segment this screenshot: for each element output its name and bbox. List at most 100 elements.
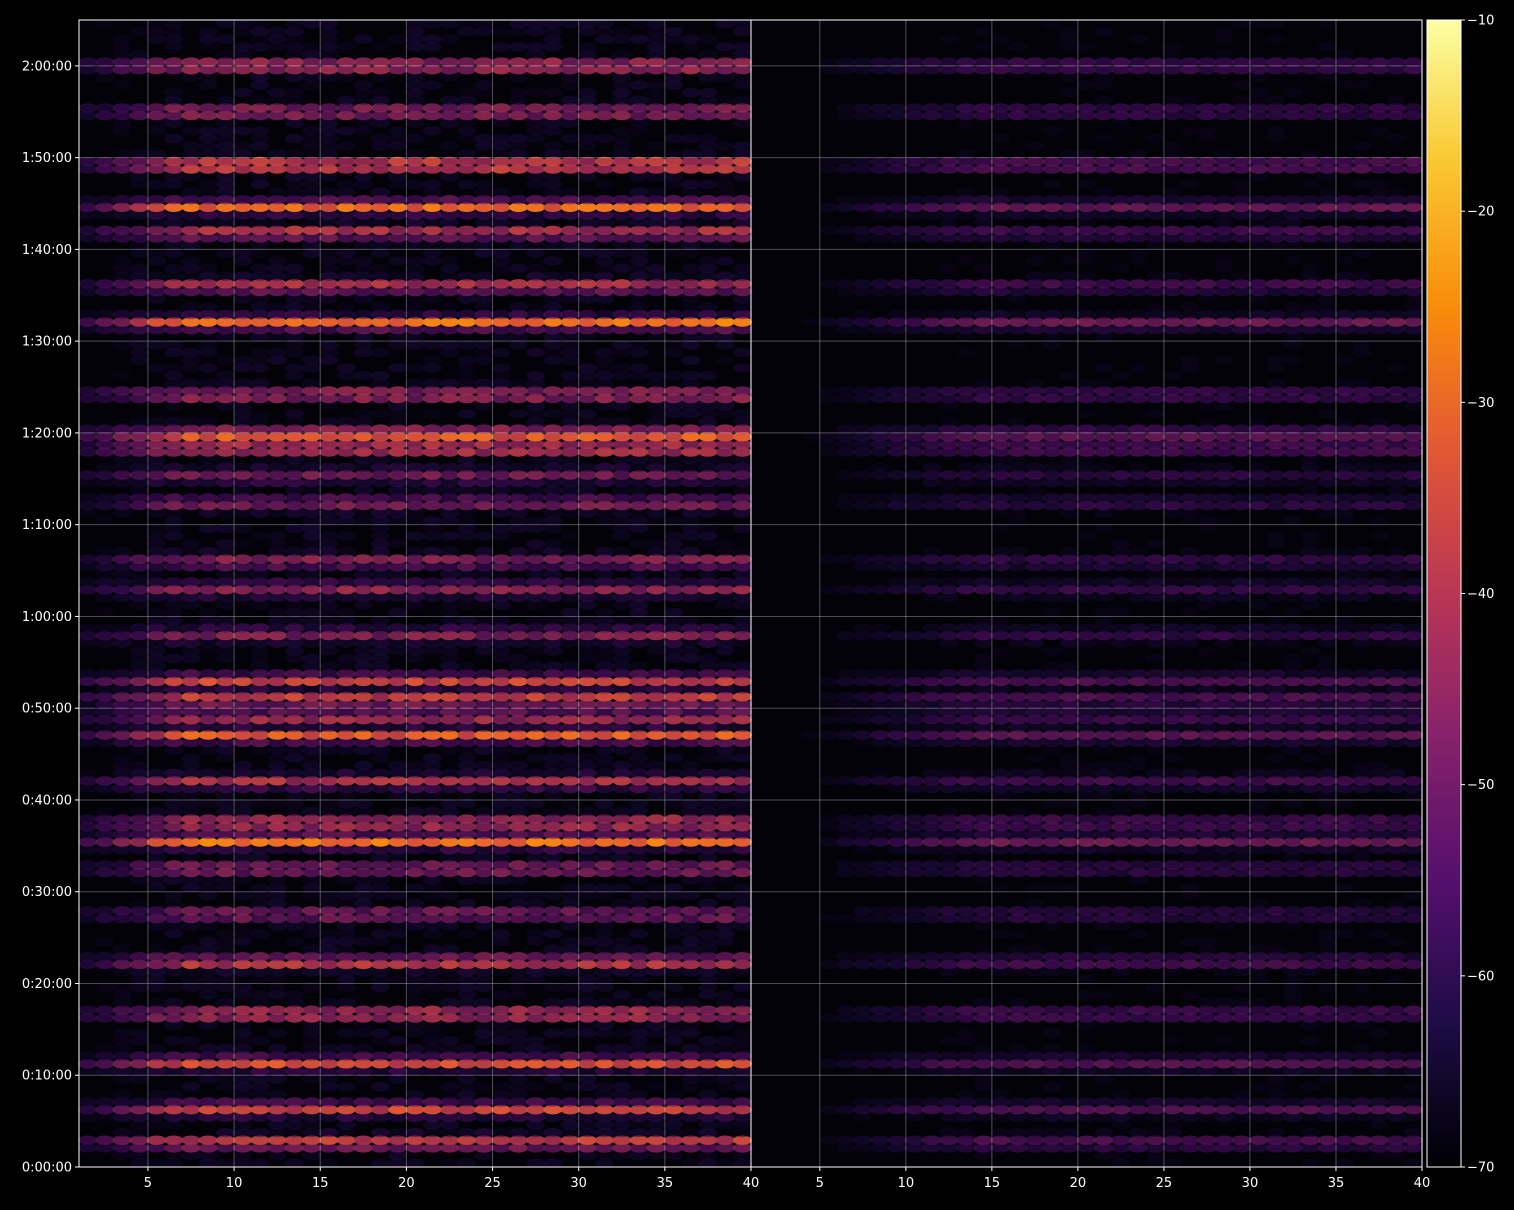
- heatmap-cell: [1283, 906, 1303, 916]
- heatmap-cell: [526, 103, 546, 113]
- heatmap-cell: [732, 615, 752, 625]
- heatmap-cell: [1352, 1043, 1372, 1054]
- heatmap-cell: [181, 378, 201, 388]
- heatmap-cell: [233, 271, 253, 281]
- heatmap-cell: [973, 1097, 993, 1107]
- heatmap-cell: [577, 87, 597, 98]
- heatmap-cell: [371, 424, 390, 434]
- heatmap-cell: [664, 883, 683, 893]
- heatmap-cell: [715, 309, 735, 320]
- heatmap-cell: [956, 906, 976, 916]
- heatmap-cell: [973, 906, 993, 916]
- heatmap-cell: [440, 141, 459, 151]
- heatmap-cell: [870, 906, 890, 916]
- heatmap-cell: [491, 615, 511, 625]
- heatmap-cell: [612, 577, 632, 587]
- heatmap-cell: [336, 768, 356, 778]
- heatmap-cell: [267, 386, 287, 396]
- heatmap-cell: [319, 187, 339, 197]
- heatmap-cell: [595, 906, 614, 916]
- heatmap-cell: [939, 1097, 959, 1107]
- heatmap-cell: [991, 952, 1010, 962]
- heatmap-cell: [216, 355, 235, 365]
- heatmap-cell: [577, 309, 597, 320]
- heatmap-cell: [422, 279, 442, 289]
- heatmap-cell: [267, 1043, 287, 1054]
- heatmap-cell: [112, 1089, 132, 1100]
- heatmap-cell: [129, 760, 149, 771]
- heatmap-cell: [560, 271, 580, 281]
- heatmap-cell: [422, 19, 442, 29]
- heatmap-cell: [405, 860, 425, 870]
- heatmap-cell: [164, 1051, 184, 1061]
- heatmap-cell: [664, 386, 683, 396]
- heatmap-cell: [543, 225, 563, 235]
- heatmap-cell: [233, 355, 253, 365]
- heatmap-cell: [216, 424, 235, 434]
- heatmap-cell: [1231, 982, 1251, 992]
- heatmap-cell: [284, 906, 304, 916]
- heatmap-cell: [543, 944, 563, 954]
- heatmap-cell: [216, 523, 235, 534]
- heatmap-cell: [233, 309, 253, 320]
- heatmap-cell: [560, 309, 580, 320]
- heatmap-cell: [405, 1158, 425, 1168]
- heatmap-cell: [112, 309, 132, 320]
- heatmap-cell: [870, 1005, 890, 1015]
- heatmap-cell: [818, 1059, 838, 1069]
- heatmap-cell: [1317, 929, 1337, 939]
- heatmap-cell: [112, 1028, 132, 1038]
- heatmap-cell: [922, 1135, 942, 1145]
- heatmap-cell: [78, 623, 98, 633]
- heatmap-cell: [629, 187, 649, 197]
- heatmap-cell: [698, 256, 718, 266]
- heatmap-cell: [1145, 1051, 1165, 1061]
- heatmap-cell: [646, 141, 666, 151]
- heatmap-cell: [526, 1082, 546, 1092]
- heatmap-cell: [646, 19, 666, 29]
- heatmap-cell: [388, 1127, 408, 1138]
- heatmap-cell: [147, 149, 166, 159]
- heatmap-cell: [95, 1043, 115, 1054]
- heatmap-cell: [405, 806, 425, 817]
- heatmap-cell: [164, 87, 184, 98]
- heatmap-cell: [560, 860, 580, 870]
- heatmap-cell: [474, 1082, 494, 1092]
- heatmap-cell: [319, 1127, 339, 1138]
- heatmap-cell: [1386, 936, 1406, 947]
- heatmap-cell: [371, 1127, 390, 1138]
- heatmap-cell: [181, 1082, 201, 1092]
- heatmap-cell: [543, 409, 563, 419]
- heatmap-cell: [922, 952, 942, 962]
- heatmap-cell: [595, 799, 614, 809]
- heatmap-cell: [250, 19, 270, 29]
- heatmap-cell: [181, 1097, 201, 1107]
- heatmap-cell: [302, 982, 322, 992]
- heatmap-cell: [991, 1051, 1010, 1061]
- heatmap-cell: [577, 19, 597, 29]
- heatmap-cell: [129, 49, 149, 60]
- heatmap-cell: [147, 806, 166, 817]
- heatmap-cell: [491, 133, 511, 144]
- heatmap-cell: [577, 906, 597, 916]
- heatmap-cell: [164, 156, 184, 167]
- heatmap-cell: [319, 860, 339, 870]
- heatmap-cell: [508, 1127, 528, 1138]
- heatmap-cell: [991, 929, 1010, 939]
- heatmap-cell: [1163, 1158, 1182, 1168]
- heatmap-cell: [440, 546, 459, 557]
- heatmap-cell: [698, 34, 718, 44]
- heatmap-cell: [560, 149, 580, 159]
- heatmap-cell: [147, 363, 166, 373]
- heatmap-cell: [267, 1028, 287, 1038]
- heatmap-cell: [732, 386, 752, 396]
- heatmap-cell: [1042, 1028, 1062, 1038]
- heatmap-cell: [181, 141, 201, 151]
- heatmap-cell: [1163, 1097, 1182, 1107]
- heatmap-cell: [319, 103, 339, 113]
- heatmap-cell: [422, 126, 442, 136]
- heatmap-cell: [129, 386, 149, 396]
- heatmap-cell: [336, 653, 356, 664]
- heatmap-cell: [319, 1097, 339, 1107]
- heatmap-cell: [267, 799, 287, 809]
